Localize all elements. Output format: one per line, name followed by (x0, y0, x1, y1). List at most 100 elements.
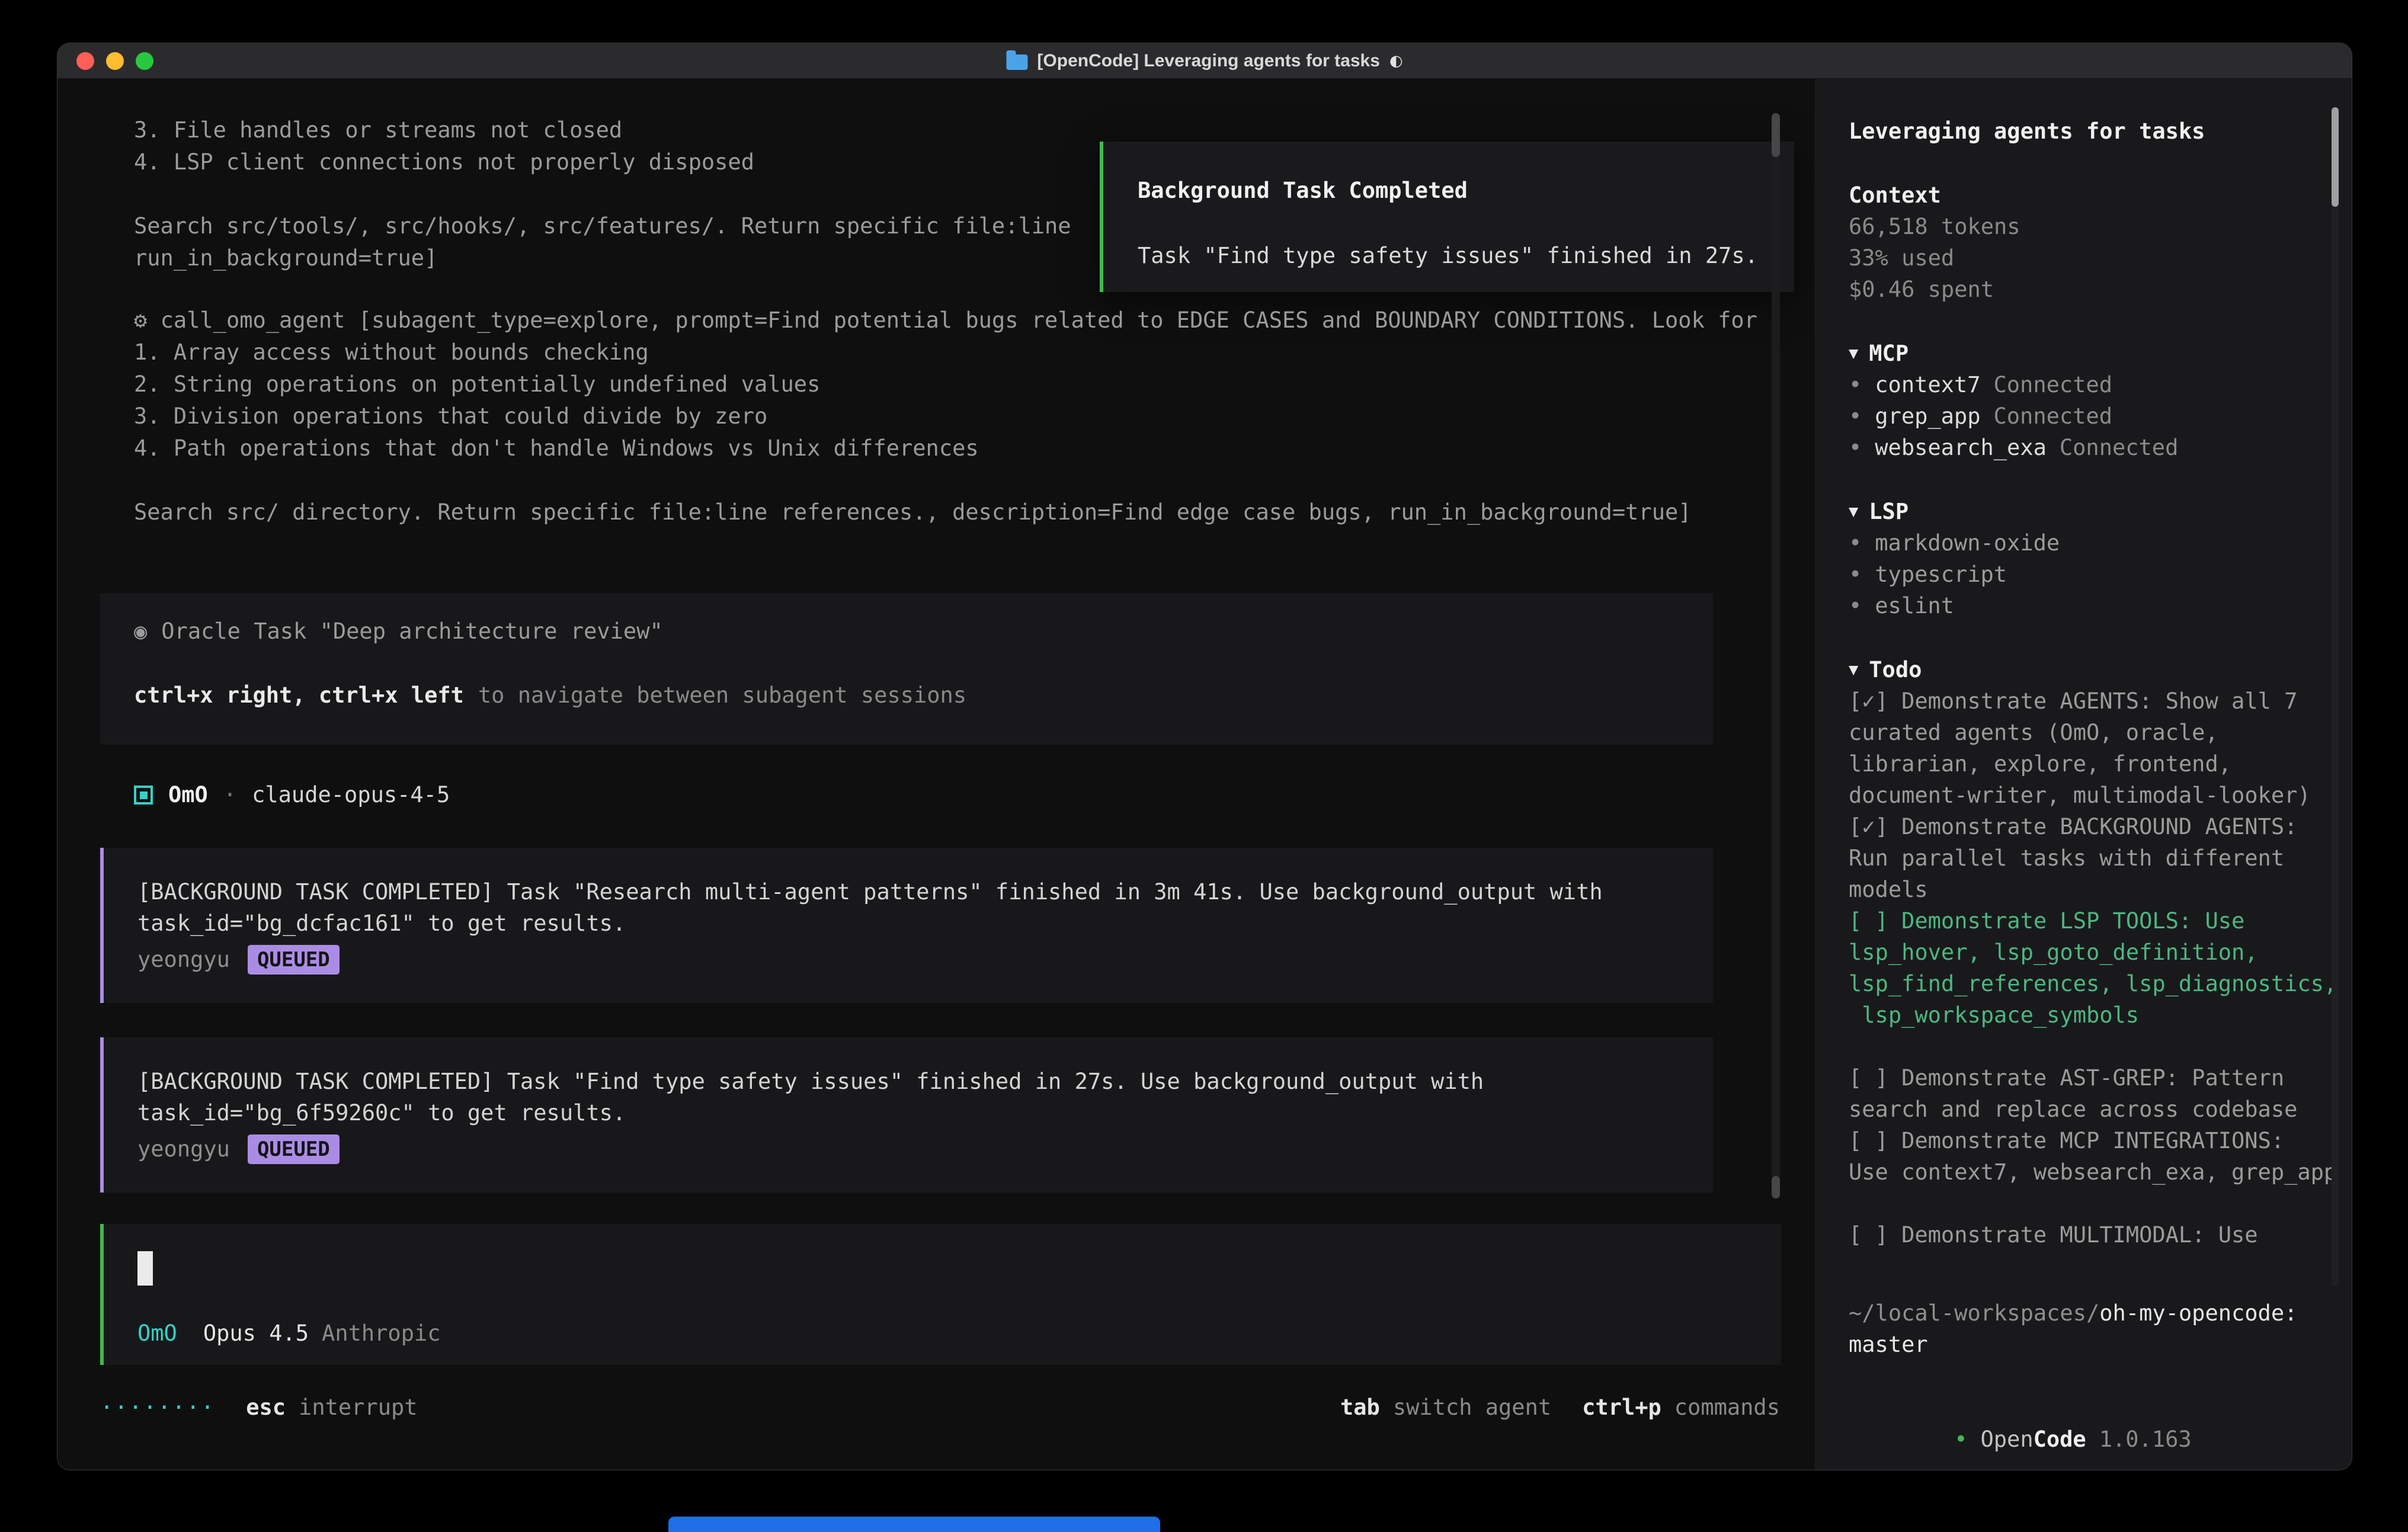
app-name-suffix: Code (2034, 1427, 2086, 1452)
todo-list: [✓] Demonstrate AGENTS: Show all 7curate… (1849, 685, 2352, 1251)
gear-icon: ⚙ (134, 307, 161, 333)
mcp-list: •context7Connected • grep_app Connected • w… (1849, 369, 2352, 463)
sidebar-scrollbar-thumb[interactable] (2332, 107, 2339, 207)
tab-key-label: switch agent (1393, 1392, 1551, 1424)
tool-call-text: call_omo_agent [subagent_type=explore, p… (161, 307, 1757, 333)
zoom-button[interactable] (136, 52, 153, 70)
todo-line: [ ] Demonstrate AST-GREP: Pattern (1849, 1062, 2352, 1094)
terminal-line (134, 178, 1071, 210)
terminal-line: 3. Division operations that could divide… (134, 400, 1757, 432)
todo-line: [✓] Demonstrate BACKGROUND AGENTS: (1849, 811, 2352, 842)
window-titlebar: [OpenCode] Leveraging agents for tasks ◐ (57, 43, 2352, 79)
background-window-edge (668, 1517, 1160, 1532)
terminal-line (134, 464, 1757, 496)
bullet-icon: • (1849, 403, 1862, 429)
todo-line: [✓] Demonstrate AGENTS: Show all 7 (1849, 685, 2352, 717)
todo-header-label: Todo (1869, 657, 1922, 682)
todo-line (1849, 1188, 2352, 1219)
scrollbar-thumb[interactable] (1772, 1176, 1780, 1198)
lsp-list: • markdown-oxide •typescript • eslint (1849, 527, 2352, 621)
esc-key-label: interrupt (299, 1392, 417, 1424)
minimize-button[interactable] (106, 52, 124, 70)
mcp-name: websearch_exa (1875, 435, 2047, 460)
input-agent-name: OmO (137, 1321, 177, 1346)
tool-call-prompt-lines: 1. Array access without bounds checking2… (134, 336, 1757, 528)
oracle-task-panel: ◉Oracle Task "Deep architecture review" … (100, 593, 1713, 745)
context-stat-line: $0.46 spent (1849, 274, 2352, 305)
tab-key-hint: tab (1340, 1392, 1380, 1424)
lsp-item: • eslint (1849, 590, 2352, 621)
todo-line: [ ] Demonstrate MCP INTEGRATIONS: (1849, 1125, 2352, 1156)
keybinding-hint: ctrl+x right, ctrl+x left (134, 682, 464, 708)
lsp-item: •typescript (1849, 559, 2352, 590)
lsp-name: markdown-oxide (1875, 530, 2060, 556)
todo-line: librarian, explore, frontend, (1849, 748, 2352, 780)
agent-checkbox-icon (134, 786, 153, 805)
todo-line: [ ] Demonstrate MULTIMODAL: Use (1849, 1219, 2352, 1251)
input-model-name: Opus 4.5 (203, 1321, 309, 1346)
record-icon: ◉ (134, 618, 147, 644)
prompt-input[interactable]: OmOOpus 4.5Anthropic (100, 1224, 1781, 1365)
terminal-window: [OpenCode] Leveraging agents for tasks ◐… (57, 43, 2352, 1470)
sidebar-scrollbar-track[interactable] (2332, 107, 2339, 1286)
session-sidebar: Leveraging agents for tasks Context 66,5… (1814, 79, 2352, 1470)
todo-section: ▼ Todo [✓] Demonstrate AGENTS: Show all 7… (1849, 654, 2352, 1251)
toast-title: Background Task Completed (1138, 175, 1794, 207)
lsp-header[interactable]: ▼LSP (1849, 496, 2352, 527)
terminal-line: 4. Path operations that don't handle Win… (134, 432, 1757, 464)
app-version: 1.0.163 (2099, 1427, 2192, 1452)
oracle-title-line: ◉Oracle Task "Deep architecture review" (134, 616, 1713, 648)
tool-call-line: ⚙ call_omo_agent [subagent_type=explore,… (134, 305, 1757, 336)
background-task-toast: Background Task Completed Task "Find typ… (1100, 142, 1794, 292)
mcp-header[interactable]: ▼MCP (1849, 338, 2352, 369)
terminal-line: 1. Array access without bounds checking (134, 336, 1757, 368)
mcp-item: •context7Connected (1849, 369, 2352, 400)
context-stats: 66,518 tokens33% used$0.46 spent (1849, 211, 2352, 305)
separator-dot: · (223, 779, 236, 811)
terminal-line: 4. LSP client connections not properly d… (134, 146, 1071, 178)
close-button[interactable] (76, 52, 94, 70)
mcp-item: •grep_appConnected (1849, 400, 2352, 432)
window-title: [OpenCode] Leveraging agents for tasks ◐ (1006, 51, 1402, 71)
chevron-down-icon: ▼ (1849, 344, 1858, 363)
mcp-section: ▼MCP •context7Connected • grep_app Connect… (1849, 338, 2352, 463)
todo-header[interactable]: ▼ Todo (1849, 654, 2352, 685)
half-moon-icon: ◐ (1389, 52, 1403, 70)
bullet-icon: • (1849, 372, 1862, 398)
chevron-down-icon: ▼ (1849, 661, 1858, 679)
context-header: Context (1849, 180, 2352, 211)
context-section: Context 66,518 tokens33% used$0.46 spent (1849, 180, 2352, 305)
context-stat-line: 66,518 tokens (1849, 211, 2352, 242)
main-scrollbar[interactable] (1772, 113, 1780, 1198)
todo-line (1849, 1031, 2352, 1062)
todo-line: curated agents (OmO, oracle, (1849, 717, 2352, 748)
mcp-status: Connected (2060, 435, 2178, 460)
background-task-messages: [BACKGROUND TASK COMPLETED] Task "Resear… (100, 848, 1713, 1227)
todo-line: models (1849, 874, 2352, 905)
mcp-status: Connected (1994, 372, 2112, 398)
background-task-message: [BACKGROUND TASK COMPLETED] Task "Resear… (100, 848, 1713, 1003)
todo-line: Run parallel tasks with different (1849, 842, 2352, 874)
chevron-down-icon: ▼ (1849, 502, 1858, 521)
lsp-section: ▼LSP • markdown-oxide •typescript • eslint (1849, 496, 2352, 621)
bullet-icon: • (1849, 593, 1862, 618)
todo-line: lsp_hover, lsp_goto_definition, (1849, 937, 2352, 968)
terminal-output-top: 3. File handles or streams not closed4. … (134, 114, 1071, 274)
mcp-name: grep_app (1875, 403, 1980, 429)
workspace-path: ~/local-workspaces/oh-my-opencode: maste… (1849, 1297, 2297, 1360)
agent-session-header: OmO · claude-opus-4-5 (134, 779, 450, 811)
message-meta: yeongyu QUEUED (137, 944, 1713, 975)
status-left: ········ esc interrupt (100, 1392, 418, 1424)
todo-line: search and replace across codebase (1849, 1094, 2352, 1125)
message-line-2: task_id="bg_6f59260c" to get results. (137, 1097, 1713, 1129)
app-version-footer: •OpenCode1.0.163 (1849, 1392, 2192, 1470)
session-title: Leveraging agents for tasks (1849, 116, 2352, 147)
terminal-line: Search src/tools/, src/hooks/, src/featu… (134, 210, 1071, 242)
window-title-text: [OpenCode] Leveraging agents for tasks (1037, 51, 1379, 71)
terminal-line: 3. File handles or streams not closed (134, 114, 1071, 146)
status-right: tab switch agent ctrl+p commands (1340, 1392, 1780, 1424)
scrollbar-thumb[interactable] (1772, 113, 1780, 157)
lsp-name: eslint (1875, 593, 1954, 618)
context-header-label: Context (1849, 182, 1941, 208)
status-bar: ········ esc interrupt tab switch agent … (100, 1392, 1780, 1424)
